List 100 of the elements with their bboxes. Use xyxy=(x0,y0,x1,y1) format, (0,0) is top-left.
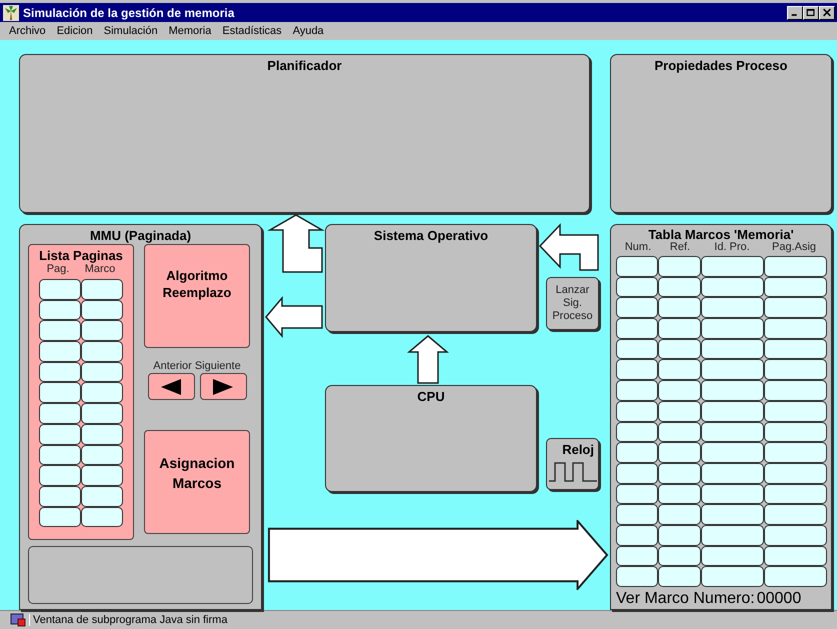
previous-button[interactable] xyxy=(148,373,194,400)
frame-number-value: 00000 xyxy=(756,590,802,608)
table-cell xyxy=(616,400,658,422)
table-cell xyxy=(700,276,764,298)
table-cell xyxy=(81,382,123,404)
column-header: Num. xyxy=(624,241,652,253)
applet-icon xyxy=(10,613,26,627)
next-button[interactable] xyxy=(200,373,246,400)
table-cell xyxy=(658,338,700,360)
menu-item[interactable]: Estadísticas xyxy=(222,25,282,37)
column-header: Id. Pro. xyxy=(713,241,751,253)
table-cell xyxy=(658,318,700,339)
menu-item[interactable]: Archivo xyxy=(9,25,46,37)
next-label: Siguiente xyxy=(194,360,241,372)
table-cell xyxy=(764,256,826,277)
table-cell xyxy=(764,484,826,504)
list-title: Lista Paginas xyxy=(39,248,123,263)
table-cell xyxy=(700,442,764,463)
status-text: Ventana de subprograma Java sin firma xyxy=(29,614,228,626)
table-cell xyxy=(616,256,658,277)
up-arrow-icon xyxy=(266,213,326,275)
table-cell xyxy=(616,484,658,504)
panel-title: Propiedades Proceso xyxy=(654,57,788,73)
table-cell xyxy=(39,506,81,528)
table-cell xyxy=(764,276,826,298)
table-cell xyxy=(81,320,123,342)
table-cell xyxy=(39,424,81,444)
table-cell xyxy=(700,504,764,525)
table-cell xyxy=(81,486,123,507)
table-cell xyxy=(39,320,81,342)
table-cell xyxy=(658,380,700,401)
table-cell xyxy=(81,341,123,362)
menu-item[interactable]: Ayuda xyxy=(292,25,324,37)
table-cell xyxy=(81,444,123,466)
column-header: Ref. xyxy=(668,241,692,253)
column-header: Pag. xyxy=(46,263,70,275)
menu-item[interactable]: Memoria xyxy=(168,25,212,37)
maximize-button[interactable] xyxy=(803,6,819,20)
table-cell xyxy=(700,400,764,422)
table-cell xyxy=(700,484,764,504)
panel-title: Sistema Operativo xyxy=(374,227,488,243)
left-arrow-icon xyxy=(538,222,602,272)
table-cell xyxy=(39,486,81,507)
clock-label: Reloj xyxy=(562,441,595,457)
panel-title: Tabla Marcos 'Memoria' xyxy=(648,226,794,241)
table-cell xyxy=(700,297,764,318)
table-cell xyxy=(764,442,826,463)
table-cell xyxy=(616,546,658,566)
table-cell xyxy=(700,359,764,380)
table-cell xyxy=(700,546,764,566)
table-cell xyxy=(39,362,81,382)
table-cell xyxy=(764,546,826,566)
table-cell xyxy=(658,484,700,504)
table-cell xyxy=(764,380,826,401)
table-cell xyxy=(658,400,700,422)
table-cell xyxy=(700,318,764,339)
table-cell xyxy=(700,524,764,546)
launch-next-process-button[interactable]: Lanzar Sig. Proceso xyxy=(546,277,599,330)
table-cell xyxy=(764,318,826,339)
left-arrow-icon xyxy=(264,296,324,338)
close-button[interactable] xyxy=(819,6,835,20)
table-cell xyxy=(700,338,764,360)
right-triangle-icon xyxy=(211,378,235,394)
table-cell xyxy=(616,318,658,339)
table-cell xyxy=(658,276,700,298)
table-cell xyxy=(764,422,826,442)
table-cell xyxy=(616,380,658,401)
table-cell xyxy=(81,506,123,528)
table-cell xyxy=(700,256,764,277)
table-cell xyxy=(81,424,123,444)
table-cell xyxy=(700,422,764,442)
menu-item[interactable]: Edicion xyxy=(56,25,93,37)
table-cell xyxy=(39,279,81,300)
table-cell xyxy=(764,338,826,360)
table-cell xyxy=(616,442,658,463)
close-icon xyxy=(822,8,832,17)
maximize-icon xyxy=(806,8,816,17)
menu-item[interactable]: Simulación xyxy=(104,25,158,37)
table-cell xyxy=(764,297,826,318)
table-cell xyxy=(81,403,123,424)
table-cell xyxy=(616,422,658,442)
minimize-button[interactable] xyxy=(787,6,803,20)
panel-title: MMU (Paginada) xyxy=(90,227,192,243)
table-cell xyxy=(616,524,658,546)
table-cell xyxy=(658,504,700,525)
palm-tree-icon xyxy=(3,4,19,20)
table-cell xyxy=(39,444,81,466)
table-cell xyxy=(764,400,826,422)
table-cell xyxy=(700,566,764,587)
right-arrow-icon xyxy=(267,520,609,590)
table-cell xyxy=(81,279,123,300)
window-title: Simulación de la gestión de memoria xyxy=(23,6,236,20)
table-cell xyxy=(616,359,658,380)
table-cell xyxy=(39,382,81,404)
table-cell xyxy=(658,297,700,318)
table-cell xyxy=(658,566,700,587)
table-cell xyxy=(81,465,123,486)
panel-title: CPU xyxy=(417,388,445,404)
table-cell xyxy=(658,256,700,277)
up-arrow-icon xyxy=(407,334,449,384)
